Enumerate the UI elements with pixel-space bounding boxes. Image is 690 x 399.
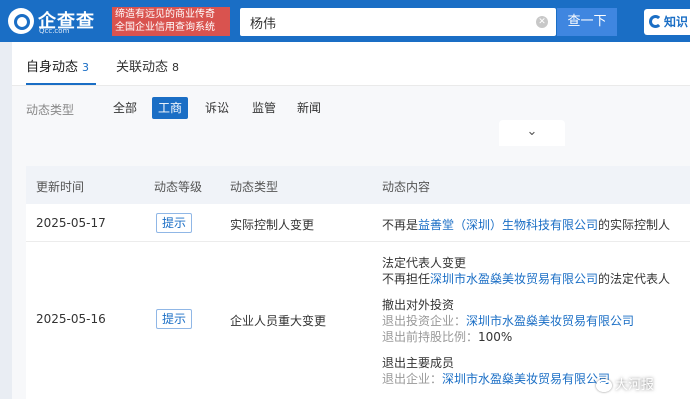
row-type: 实际控制人变更 xyxy=(230,218,315,232)
clear-icon[interactable]: ✕ xyxy=(536,16,548,28)
row-date: 2025-05-16 xyxy=(36,312,106,326)
table-header: 更新时间 动态等级 动态类型 动态内容 xyxy=(26,166,690,204)
slogan-line-2: 全国企业信用查询系统 xyxy=(115,22,215,33)
tab-label: 自身动态 xyxy=(26,60,79,75)
field-label: 退出企业： xyxy=(382,372,443,386)
table-row: 2025-05-16 提示 企业人员重大变更 法定代表人变更 不再担任深圳市水盈… xyxy=(26,242,690,399)
dynamics-tabs: 自身动态 3 关联动态 8 xyxy=(12,42,690,86)
chevron-down-icon: ⌄ xyxy=(526,124,538,139)
filter-chip-business[interactable]: 工商 xyxy=(152,97,189,119)
watermark-text: 大河报 xyxy=(615,378,655,393)
content-prefix: 不再是 xyxy=(382,218,419,232)
company-link[interactable]: 深圳市水盈燊美妆贸易有限公司 xyxy=(430,272,598,286)
knowledge-icon xyxy=(649,15,662,28)
qcc-logo[interactable]: 企查查 Qcc.com xyxy=(8,6,110,36)
type-filter: 动态类型 全部 工商 诉讼 监管 新闻 xyxy=(12,86,690,174)
expand-toggle[interactable]: ⌄ xyxy=(499,120,565,146)
withdraw-ratio-line: 退出前持股比例：100% xyxy=(382,328,512,345)
knowledge-label: 知识 xyxy=(664,15,689,29)
ratio-value: 100% xyxy=(478,330,513,344)
tab-self-dynamics[interactable]: 自身动态 3 xyxy=(26,56,89,75)
logo-domain: Qcc.com xyxy=(39,27,70,35)
table-row: 2025-05-17 提示 实际控制人变更 不再是益善堂（深圳）生物科技有限公司… xyxy=(26,204,690,242)
top-header: 企查查 Qcc.com 缔造有远见的商业传奇 全国企业信用查询系统 ✕ 查一下 … xyxy=(0,0,690,42)
field-label: 退出投资企业： xyxy=(382,314,467,328)
slogan-line-1: 缔造有远见的商业传奇 xyxy=(115,9,215,20)
tab-label: 关联动态 xyxy=(116,60,169,75)
filter-chip-regulation[interactable]: 监管 xyxy=(246,97,282,119)
dynamics-panel: 自身动态 3 关联动态 8 动态类型 全部 工商 诉讼 监管 新闻 ⌄ 更新时间 动… xyxy=(12,42,690,399)
search-button[interactable]: 查一下 xyxy=(557,8,617,36)
row-date: 2025-05-17 xyxy=(36,216,106,230)
weibo-icon xyxy=(596,379,612,392)
filter-chip-all[interactable]: 全部 xyxy=(107,97,143,119)
row-content: 不再是益善堂（深圳）生物科技有限公司的实际控制人 xyxy=(382,216,670,233)
slogan-banner: 缔造有远见的商业传奇 全国企业信用查询系统 xyxy=(112,7,230,36)
filter-chip-litigation[interactable]: 诉讼 xyxy=(199,97,235,119)
tab-count: 8 xyxy=(172,61,180,74)
content-suffix: 的实际控制人 xyxy=(598,218,671,232)
company-link[interactable]: 益善堂（深圳）生物科技有限公司 xyxy=(418,218,598,232)
search-box: ✕ xyxy=(240,8,556,36)
block-title-withdraw-investment: 撤出对外投资 xyxy=(382,298,455,312)
company-link[interactable]: 深圳市水盈燊美妆贸易有限公司 xyxy=(442,372,610,386)
logo-icon xyxy=(8,8,34,34)
tab-related-dynamics[interactable]: 关联动态 8 xyxy=(116,56,179,75)
company-link[interactable]: 深圳市水盈燊美妆贸易有限公司 xyxy=(466,314,634,328)
knowledge-button[interactable]: 知识 xyxy=(644,9,690,35)
withdraw-company-line: 退出投资企业：深圳市水盈燊美妆贸易有限公司 xyxy=(382,312,634,329)
header-type: 动态类型 xyxy=(230,180,279,194)
active-tab-indicator xyxy=(26,83,96,85)
header-content: 动态内容 xyxy=(382,180,431,194)
tab-count: 3 xyxy=(82,61,90,74)
legal-rep-line: 不再担任深圳市水盈燊美妆贸易有限公司的法定代表人 xyxy=(382,270,670,287)
search-input[interactable] xyxy=(250,8,520,36)
content-prefix: 不再担任 xyxy=(382,272,431,286)
field-label: 退出前持股比例： xyxy=(382,330,479,344)
row-type: 企业人员重大变更 xyxy=(230,314,327,328)
exit-company-line: 退出企业：深圳市水盈燊美妆贸易有限公司 xyxy=(382,370,610,387)
level-tag: 提示 xyxy=(156,309,192,329)
watermark: 大河报 xyxy=(596,374,654,394)
level-tag: 提示 xyxy=(156,213,192,233)
block-title-exit-member: 退出主要成员 xyxy=(382,356,455,370)
block-title-legal-rep: 法定代表人变更 xyxy=(382,256,467,270)
filter-label: 动态类型 xyxy=(26,103,75,117)
filter-chip-news[interactable]: 新闻 xyxy=(291,97,327,119)
header-level: 动态等级 xyxy=(154,180,203,194)
content-suffix: 的法定代表人 xyxy=(598,272,671,286)
header-update-time: 更新时间 xyxy=(36,180,85,194)
